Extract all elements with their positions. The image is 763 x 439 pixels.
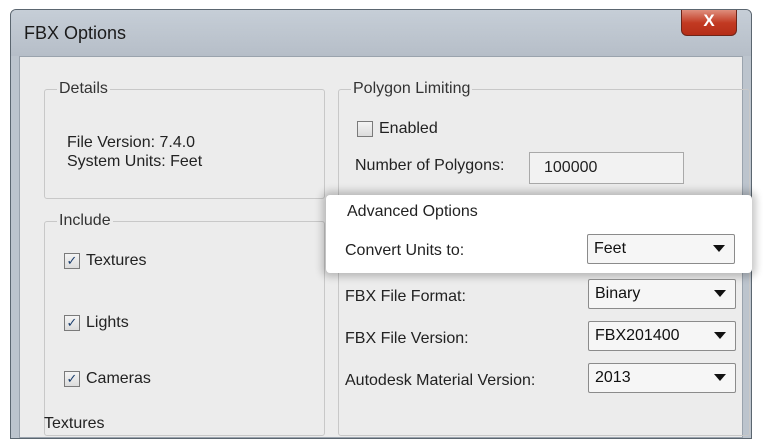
- enabled-label: Enabled: [379, 120, 438, 137]
- convert-units-value: Feet: [594, 240, 627, 257]
- advanced-options-title: Advanced Options: [347, 203, 478, 220]
- lights-checkbox[interactable]: ✓: [64, 315, 80, 331]
- cameras-checkbox[interactable]: ✓: [64, 371, 80, 387]
- number-of-polygons-input[interactable]: 100000: [529, 152, 684, 184]
- autodesk-material-version-label: Autodesk Material Version:: [345, 372, 536, 389]
- fbx-file-format-dropdown[interactable]: Binary: [588, 279, 736, 309]
- fbx-file-version-label: FBX File Version:: [345, 330, 469, 347]
- fbx-file-format-value: Binary: [595, 285, 641, 302]
- polygon-limiting-title: Polygon Limiting: [351, 80, 473, 98]
- enabled-checkbox[interactable]: [357, 121, 373, 137]
- system-units-text: System Units: Feet: [67, 153, 203, 170]
- convert-units-label: Convert Units to:: [345, 242, 465, 259]
- advanced-options-highlight: Advanced Options Convert Units to: Feet: [326, 195, 752, 273]
- chevron-down-icon: [714, 290, 726, 297]
- fbx-file-format-label: FBX File Format:: [345, 288, 466, 305]
- file-version-text: File Version: 7.4.0: [67, 134, 196, 151]
- autodesk-material-version-dropdown[interactable]: 2013: [588, 363, 736, 393]
- textures-label: Textures: [86, 252, 147, 269]
- close-button[interactable]: X: [681, 10, 737, 36]
- lights-label: Lights: [86, 314, 129, 331]
- chevron-down-icon: [713, 245, 725, 252]
- fbx-file-version-value: FBX201400: [595, 327, 680, 344]
- details-group: Details File Version: 7.4.0 System Units…: [44, 80, 325, 199]
- title-bar[interactable]: FBX Options X: [11, 10, 751, 56]
- details-title: Details: [57, 80, 110, 98]
- textures-checkbox[interactable]: ✓: [64, 253, 80, 269]
- include-title: Include: [57, 212, 113, 230]
- chevron-down-icon: [714, 374, 726, 381]
- number-of-polygons-label: Number of Polygons:: [355, 157, 505, 174]
- convert-units-dropdown[interactable]: Feet: [587, 234, 735, 264]
- include-group: Include ✓ Textures ✓ Lights ✓ Cameras: [44, 212, 325, 436]
- textures-section-label: Textures: [44, 415, 105, 432]
- autodesk-material-version-value: 2013: [595, 369, 631, 386]
- cameras-label: Cameras: [86, 370, 151, 387]
- fbx-file-version-dropdown[interactable]: FBX201400: [588, 321, 736, 351]
- polygon-limiting-group: Polygon Limiting Enabled Number of Polyg…: [338, 80, 750, 199]
- window-title: FBX Options: [24, 23, 127, 43]
- chevron-down-icon: [714, 332, 726, 339]
